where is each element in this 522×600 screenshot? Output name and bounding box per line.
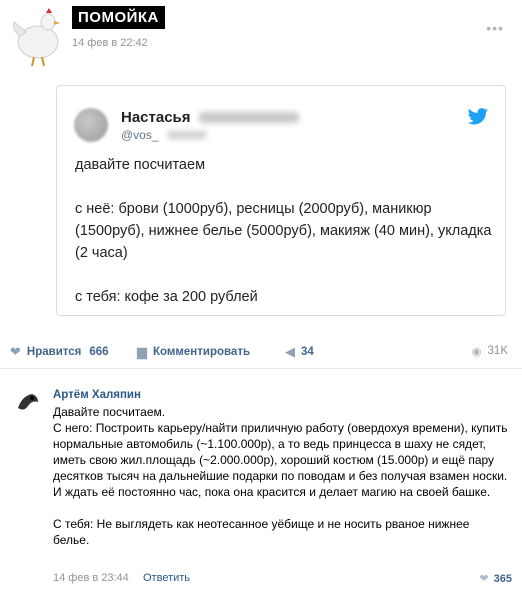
comment-line: С него: Построить карьеру/найти приличну…: [53, 421, 508, 499]
group-avatar-chicken[interactable]: [6, 2, 68, 68]
comment-like-count: 365: [493, 572, 512, 585]
comment-label: Комментировать: [153, 346, 251, 358]
tweet-author-name: Настасья: [121, 109, 191, 126]
heart-icon: ❤: [10, 344, 21, 359]
like-button[interactable]: ❤ Нравится 666: [10, 344, 109, 360]
comment-text: Давайте посчитаем. С него: Построить кар…: [53, 404, 508, 548]
blurred-surname: [199, 112, 299, 123]
comment-date[interactable]: 14 фев в 23:44: [53, 572, 129, 584]
megaphone-icon: ◀: [285, 344, 295, 359]
divider: [0, 368, 522, 369]
views-count: 31K: [487, 345, 508, 357]
comment-like-button[interactable]: ❤ 365: [479, 572, 512, 586]
comment-button[interactable]: ▆ Комментировать: [137, 344, 250, 360]
like-label: Нравится: [26, 346, 82, 358]
group-name[interactable]: ПОМОЙКА: [72, 6, 165, 29]
share-button[interactable]: ◀ 34: [285, 344, 314, 360]
comment-author-name[interactable]: Артём Халяпин: [53, 389, 141, 401]
comment-line: Давайте посчитаем.: [53, 405, 166, 419]
tweet-paragraph: давайте посчитаем: [75, 157, 206, 173]
reply-button[interactable]: Ответить: [143, 572, 190, 584]
like-count: 666: [89, 346, 109, 358]
tweet-text: давайте посчитаем с неё: брови (1000руб)…: [75, 154, 495, 330]
comment-author-avatar[interactable]: [12, 386, 42, 418]
tweet-avatar-blurred: [74, 108, 108, 142]
blurred-handle: [167, 131, 207, 139]
tweet-author-handle: @vos_: [121, 128, 159, 142]
comment-line: С тебя: Не выглядеть как неотесанное уёб…: [53, 517, 470, 547]
tweet-paragraph: с неё: брови (1000руб), ресницы (2000руб…: [75, 201, 492, 261]
comment-icon: ▆: [137, 344, 147, 359]
tweet-paragraph: с тебя: кофе за 200 рублей: [75, 289, 258, 305]
tweet-embed[interactable]: Настасья @vos_ давайте посчитаем с неё: …: [56, 85, 506, 316]
post-header: ПОМОЙКА 14 фев в 22:42 •••: [0, 0, 522, 75]
post-actions: ❤ Нравится 666 ▆ Комментировать ◀ 34 ◉ 3…: [0, 336, 522, 364]
twitter-bird-icon: [467, 108, 488, 125]
more-dots-icon[interactable]: •••: [486, 20, 504, 36]
post-date[interactable]: 14 фев в 22:42: [72, 37, 148, 49]
views-counter: ◉ 31K: [471, 344, 508, 358]
eye-icon: ◉: [471, 346, 482, 358]
share-count: 34: [301, 346, 314, 358]
heart-icon: ❤: [479, 573, 489, 585]
